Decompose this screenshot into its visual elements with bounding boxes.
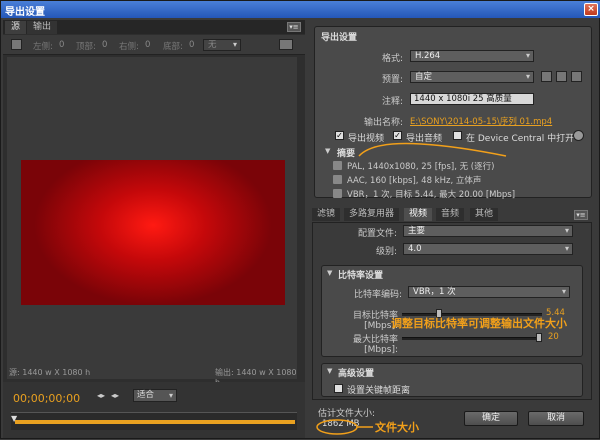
advanced-panel: ▼ 高级设置 设置关键帧距离: [321, 363, 583, 397]
set-out-icon[interactable]: ◂▸: [111, 391, 119, 400]
tab-audio[interactable]: 音频: [436, 208, 465, 221]
video-icon: [333, 161, 342, 170]
max-bitrate-slider[interactable]: [402, 337, 542, 340]
panel-menu-icon[interactable]: ▾≡: [287, 22, 301, 32]
crop-icon[interactable]: [11, 39, 22, 50]
tab-source[interactable]: 源: [5, 21, 27, 34]
export-video-checkbox[interactable]: ✓: [335, 131, 344, 140]
output-name-label: 输出名称:: [363, 118, 403, 128]
comment-field[interactable]: 1440 x 1080i 25 高质量: [410, 93, 534, 105]
bitrate-collapse-icon[interactable]: ▼: [327, 269, 332, 277]
status-icon: [573, 130, 584, 141]
max-bitrate-knob[interactable]: [536, 333, 542, 342]
save-preset-icon[interactable]: [541, 71, 552, 82]
crop-toolbar: 左侧: 0 顶部: 0 右侧: 0 底部: 0 无: [3, 35, 305, 55]
summary-audio: AAC, 160 [kbps], 48 kHz, 立体声: [347, 176, 482, 186]
output-name-link[interactable]: E:\SONY\2014-05-15\序列 01.mp4: [410, 115, 552, 127]
audio-icon: [333, 175, 342, 184]
export-video-label: 导出视频: [348, 134, 385, 144]
advanced-title: 高级设置: [338, 369, 375, 379]
crop-top-label: 顶部:: [76, 42, 96, 52]
close-button[interactable]: ×: [584, 3, 598, 16]
export-audio-label: 导出音频: [406, 134, 443, 144]
tab-video[interactable]: 视频: [404, 208, 433, 221]
tab-other[interactable]: 其他: [470, 208, 499, 221]
timeline-bar: 00;00;00;00 ◂▸ ◂▸ 适合 ▼: [3, 382, 305, 438]
crop-top-value[interactable]: 0: [102, 40, 107, 50]
max-bitrate-value[interactable]: 20: [548, 332, 559, 342]
video-settings-area: 配置文件: 主要 级别: 4.0 ▼ 比特率设置 比特率编码: VBR，1 次 …: [312, 222, 592, 400]
crop-right-label: 右侧:: [119, 42, 139, 52]
cancel-button[interactable]: 取消: [528, 411, 584, 426]
import-preset-icon[interactable]: [556, 71, 567, 82]
estimated-size-value: 1862 MB: [322, 419, 360, 429]
bitrate-panel: ▼ 比特率设置 比特率编码: VBR，1 次 目标比特率 [Mbps]: 5.4…: [321, 265, 583, 357]
crop-ratio-select[interactable]: 无: [203, 39, 241, 51]
bitrate-title: 比特率设置: [338, 271, 384, 281]
level-label: 级别:: [375, 247, 397, 257]
window-title: 导出设置: [5, 7, 45, 18]
export-audio-checkbox[interactable]: ✓: [393, 131, 402, 140]
ok-button[interactable]: 确定: [464, 411, 518, 426]
export-settings-panel: 导出设置 格式: H.264 预置: 自定 注释: 1440 x 1080i 2…: [314, 26, 592, 200]
device-central-label: 在 Device Central 中打开: [466, 134, 575, 144]
keyframe-checkbox[interactable]: [334, 384, 343, 393]
format-label: 格式:: [381, 54, 403, 64]
settings-pane: 导出设置 格式: H.264 预置: 自定 注释: 1440 x 1080i 2…: [308, 20, 599, 438]
tab-output[interactable]: 输出: [27, 21, 58, 34]
summary-title: 摘要: [337, 149, 356, 159]
set-in-icon[interactable]: ◂▸: [97, 391, 105, 400]
estimated-size-label: 估计文件大小:: [318, 409, 376, 419]
profile-label: 配置文件:: [357, 229, 397, 239]
crop-left-value[interactable]: 0: [59, 40, 64, 50]
annotation-size-note: 文件大小: [375, 421, 419, 434]
crop-bottom-value[interactable]: 0: [189, 40, 194, 50]
timecode[interactable]: 00;00;00;00: [13, 392, 80, 405]
crop-bottom-label: 底部:: [163, 42, 183, 52]
tab-filters[interactable]: 滤镜: [312, 208, 341, 221]
playhead-icon[interactable]: ▼: [11, 414, 17, 423]
crop-left-label: 左侧:: [33, 42, 53, 52]
keyframe-label: 设置关键帧距离: [347, 386, 411, 396]
export-settings-window: 导出设置 × 源 输出 ▾≡ 左侧: 0 顶部: 0 右侧: 0 底部: 0 无…: [0, 0, 600, 439]
max-bitrate-label: 最大比特率 [Mbps]:: [352, 335, 398, 355]
video-preview-frame: [21, 160, 285, 305]
level-select[interactable]: 4.0: [403, 243, 573, 255]
title-bar: 导出设置 ×: [1, 1, 600, 18]
arrow-right-icon[interactable]: [279, 39, 293, 50]
preview-tabs: 源 输出 ▾≡: [3, 20, 305, 34]
bitrate-icon: [333, 189, 342, 198]
preset-label: 预置:: [381, 75, 403, 85]
encoding-label: 比特率编码:: [353, 290, 402, 300]
annotation-bitrate-note: 调整目标比特率可调整输出文件大小: [391, 317, 567, 330]
timeline-track[interactable]: ▼: [11, 412, 297, 430]
target-bitrate-label: 目标比特率 [Mbps]:: [352, 311, 398, 331]
preset-select[interactable]: 自定: [410, 71, 534, 83]
device-central-checkbox[interactable]: [453, 131, 462, 140]
summary-video: PAL, 1440x1080, 25 [fps], 无 (逐行): [347, 162, 495, 172]
collapse-icon[interactable]: ▼: [325, 147, 330, 155]
tabs-menu-icon[interactable]: ▾≡: [574, 210, 588, 220]
zoom-fit-select[interactable]: 适合: [133, 389, 177, 402]
preview-canvas: 源: 1440 w X 1080 h 输出: 1440 w X 1080 h: [7, 57, 297, 387]
tab-multiplexer[interactable]: 多路复用器: [344, 208, 400, 221]
work-area-bar[interactable]: [15, 420, 295, 424]
encoding-select[interactable]: VBR，1 次: [408, 286, 570, 298]
comment-label: 注释:: [381, 97, 403, 107]
source-size-info: 源: 1440 w X 1080 h: [9, 368, 91, 377]
profile-select[interactable]: 主要: [403, 225, 573, 237]
summary-bitrate: VBR，1 次, 目标 5.44, 最大 20.00 [Mbps]: [347, 190, 516, 200]
preview-pane: 源 输出 ▾≡ 左侧: 0 顶部: 0 右侧: 0 底部: 0 无 源: 144…: [3, 20, 305, 438]
format-select[interactable]: H.264: [410, 50, 534, 62]
advanced-collapse-icon[interactable]: ▼: [327, 367, 332, 375]
delete-preset-icon[interactable]: [571, 71, 582, 82]
crop-right-value[interactable]: 0: [145, 40, 150, 50]
section-title-export: 导出设置: [321, 33, 358, 43]
